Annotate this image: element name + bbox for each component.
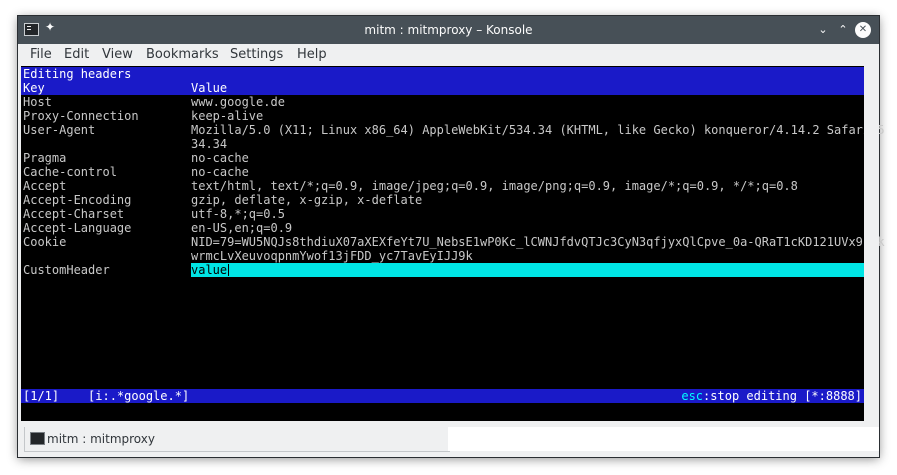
edit-value-text: value <box>191 263 228 277</box>
tab-bar-empty <box>448 427 879 451</box>
terminal-tab-icon <box>30 432 45 445</box>
status-bar: [1/1] [i:.*google.*] esc:stop editing [*… <box>21 389 864 403</box>
header-value[interactable]: gzip, deflate, x-gzip, x-deflate <box>191 193 422 207</box>
konsole-window: ✦ mitm : mitmproxy – Konsole ⌄ ⌃ ✕ File … <box>18 16 885 457</box>
header-key[interactable]: Accept <box>23 179 66 193</box>
menu-settings[interactable]: Settings <box>230 44 283 66</box>
header-key[interactable]: Accept-Charset <box>23 207 124 221</box>
header-value[interactable]: NID=79=WU5NQJs8thdiuX07aXEXfeYt7U_NebsE1… <box>191 235 885 249</box>
terminal-tab[interactable]: mitm : mitmproxy <box>24 427 450 452</box>
column-key-header: Key <box>23 81 45 95</box>
tab-bar: mitm : mitmproxy <box>18 427 879 457</box>
menu-edit[interactable]: Edit <box>64 44 89 66</box>
status-esc-key: esc <box>681 389 704 403</box>
status-right-text: :stop editing [*:8888] <box>703 389 862 403</box>
terminal-tab-label: mitm : mitmproxy <box>47 432 155 446</box>
menu-bar: File Edit View Bookmarks Settings Help <box>18 44 879 66</box>
header-key[interactable]: Accept-Encoding <box>23 193 131 207</box>
title-bar[interactable]: ✦ mitm : mitmproxy – Konsole ⌄ ⌃ ✕ <box>18 16 879 44</box>
column-header-bar <box>21 81 864 95</box>
header-value[interactable]: keep-alive <box>191 109 263 123</box>
scrollbar[interactable] <box>864 66 879 421</box>
menu-file[interactable]: File <box>30 44 52 66</box>
header-key[interactable]: Cookie <box>23 235 66 249</box>
editing-heading: Editing headers <box>23 67 132 81</box>
header-value[interactable]: utf-8,*;q=0.5 <box>191 207 285 221</box>
header-key[interactable]: User-Agent <box>23 123 95 137</box>
text-cursor <box>228 264 230 276</box>
edit-highlight-bar <box>191 263 864 277</box>
status-left: [1/1] [i:.*google.*] <box>23 389 190 403</box>
status-right: esc:stop editing [*:8888] <box>681 389 862 403</box>
header-key[interactable]: Pragma <box>23 151 66 165</box>
header-value[interactable]: no-cache <box>191 165 249 179</box>
header-value[interactable]: Mozilla/5.0 (X11; Linux x86_64) AppleWeb… <box>191 123 885 137</box>
editing-heading-bar <box>21 67 864 81</box>
terminal-area[interactable]: Editing headers Key Value Host www.googl… <box>21 66 885 421</box>
header-value[interactable]: no-cache <box>191 151 249 165</box>
header-value[interactable]: text/html, text/*;q=0.9, image/jpeg;q=0.… <box>191 179 798 193</box>
menu-bookmarks[interactable]: Bookmarks <box>146 44 219 66</box>
minimize-icon[interactable]: ⌄ <box>815 22 831 38</box>
menu-view[interactable]: View <box>102 44 133 66</box>
header-value-wrap[interactable]: wrmcLvXeuvoqpnmYwof13jFDD_yc7TavEyIJJ9k <box>191 249 473 263</box>
header-key[interactable]: Cache-control <box>23 165 117 179</box>
window-title: mitm : mitmproxy – Konsole <box>364 23 533 37</box>
header-value-wrap[interactable]: 34.34 <box>191 137 227 151</box>
header-key-editing[interactable]: CustomHeader <box>23 263 110 277</box>
header-key[interactable]: Host <box>23 95 52 109</box>
column-value-header: Value <box>191 81 228 95</box>
maximize-icon[interactable]: ⌃ <box>835 22 851 38</box>
header-key[interactable]: Proxy-Connection <box>23 109 139 123</box>
menu-help[interactable]: Help <box>297 44 327 66</box>
header-value[interactable]: en-US,en;q=0.9 <box>191 221 292 235</box>
header-key[interactable]: Accept-Language <box>23 221 131 235</box>
close-icon[interactable]: ✕ <box>855 22 871 38</box>
header-value-editing[interactable]: value <box>191 263 230 277</box>
header-value[interactable]: www.google.de <box>191 95 285 109</box>
